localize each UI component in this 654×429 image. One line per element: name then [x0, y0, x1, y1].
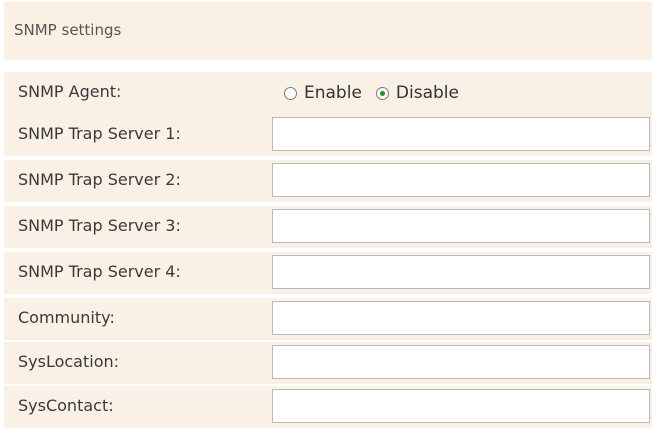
syscontact-label: SysContact: [18, 396, 114, 415]
trap-server-1-row: SNMP Trap Server 1: [4, 114, 652, 160]
snmp-agent-enable-option[interactable]: Enable [284, 83, 362, 103]
syslocation-label: SysLocation: [18, 352, 120, 371]
syslocation-input[interactable] [272, 345, 650, 379]
syscontact-input[interactable] [272, 389, 650, 423]
syscontact-row: SysContact: [4, 386, 652, 429]
trap-server-4-label: SNMP Trap Server 4: [18, 262, 181, 281]
enable-radio[interactable] [284, 86, 297, 100]
disable-radio[interactable] [375, 86, 389, 100]
trap-server-3-label: SNMP Trap Server 3: [18, 216, 181, 235]
community-label: Community: [18, 308, 115, 327]
syslocation-row: SysLocation: [4, 342, 652, 388]
community-row: Community: [4, 298, 652, 344]
trap-server-4-row: SNMP Trap Server 4: [4, 252, 652, 298]
section-header: SNMP settings [4, 2, 652, 62]
snmp-agent-radio-group: Enable Disable [284, 83, 473, 103]
trap-server-1-label: SNMP Trap Server 1: [18, 124, 181, 143]
snmp-agent-label: SNMP Agent: [18, 82, 122, 101]
trap-server-4-input[interactable] [272, 255, 650, 289]
trap-server-2-input[interactable] [272, 163, 650, 197]
snmp-agent-disable-option[interactable]: Disable [375, 83, 459, 103]
trap-server-3-row: SNMP Trap Server 3: [4, 206, 652, 252]
community-input[interactable] [272, 301, 650, 335]
snmp-agent-row: SNMP Agent: Enable Disable [4, 72, 652, 118]
snmp-settings-panel: SNMP settings SNMP Agent: Enable Disable… [0, 0, 654, 429]
trap-server-3-input[interactable] [272, 209, 650, 243]
enable-radio-label: Enable [304, 83, 362, 103]
trap-server-1-input[interactable] [272, 117, 650, 151]
section-title: SNMP settings [14, 21, 122, 39]
trap-server-2-row: SNMP Trap Server 2: [4, 160, 652, 206]
disable-radio-label: Disable [395, 83, 459, 103]
trap-server-2-label: SNMP Trap Server 2: [18, 170, 181, 189]
